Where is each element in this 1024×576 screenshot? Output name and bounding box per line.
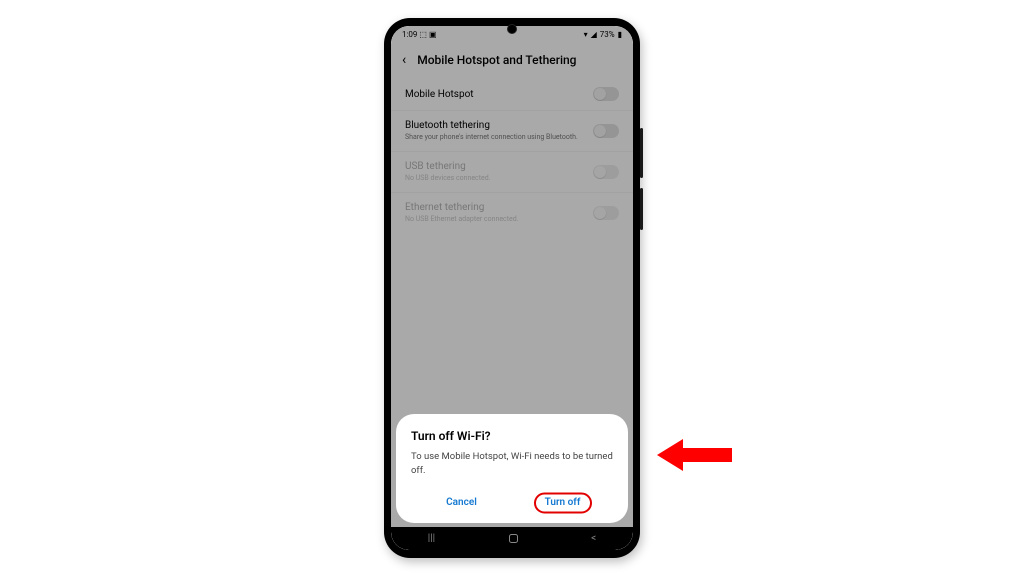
row-title: USB tethering [405,161,585,172]
nav-recents[interactable]: ||| [428,533,435,544]
row-subtitle: No USB Ethernet adapter connected. [405,215,585,224]
pointer-arrow-icon [657,435,732,479]
dialog-buttons: Cancel Turn off [411,490,613,515]
signal-icon: ◢ [591,30,597,39]
row-bluetooth-tethering[interactable]: Bluetooth tethering Share your phone's i… [391,110,633,151]
notification-icon: ⬚ ▣ [419,30,436,39]
front-camera-icon [507,24,517,34]
turn-off-button[interactable]: Turn off [512,490,613,515]
phone-frame: 1:09 ⬚ ▣ ▾ ◢ 73% ▮ ‹ Mobile Hotspot and … [384,18,640,558]
toggle-mobile-hotspot[interactable] [593,87,619,101]
screen: 1:09 ⬚ ▣ ▾ ◢ 73% ▮ ‹ Mobile Hotspot and … [391,26,633,550]
status-left: 1:09 ⬚ ▣ [402,30,437,39]
dialog-body: To use Mobile Hotspot, Wi-Fi needs to be… [411,450,613,477]
turn-off-label: Turn off [545,497,581,508]
page-title: Mobile Hotspot and Tethering [417,53,576,67]
status-right: ▾ ◢ 73% ▮ [584,30,622,39]
wifi-icon: ▾ [584,30,588,39]
nav-bar: ||| < [391,527,633,550]
nav-home[interactable] [509,534,518,543]
back-icon[interactable]: ‹ [402,53,406,67]
row-mobile-hotspot[interactable]: Mobile Hotspot [391,78,633,110]
toggle-bluetooth-tethering[interactable] [593,124,619,138]
row-subtitle: Share your phone's internet connection u… [405,133,585,142]
cancel-button[interactable]: Cancel [411,490,512,515]
row-title: Ethernet tethering [405,202,585,213]
row-ethernet-tethering: Ethernet tethering No USB Ethernet adapt… [391,192,633,233]
battery-label: 73% [600,30,615,39]
row-title: Mobile Hotspot [405,89,585,100]
power-button [640,188,643,230]
toggle-ethernet-tethering [593,206,619,220]
nav-back[interactable]: < [591,533,596,544]
dialog-title: Turn off Wi-Fi? [411,429,613,443]
row-subtitle: No USB devices connected. [405,174,585,183]
row-title: Bluetooth tethering [405,120,585,131]
clock: 1:09 [402,30,417,39]
toggle-usb-tethering [593,165,619,179]
volume-button [640,128,643,178]
battery-icon: ▮ [618,30,622,39]
dialog-turn-off-wifi: Turn off Wi-Fi? To use Mobile Hotspot, W… [396,414,628,523]
row-usb-tethering: USB tethering No USB devices connected. [391,151,633,192]
app-header: ‹ Mobile Hotspot and Tethering [391,43,633,76]
